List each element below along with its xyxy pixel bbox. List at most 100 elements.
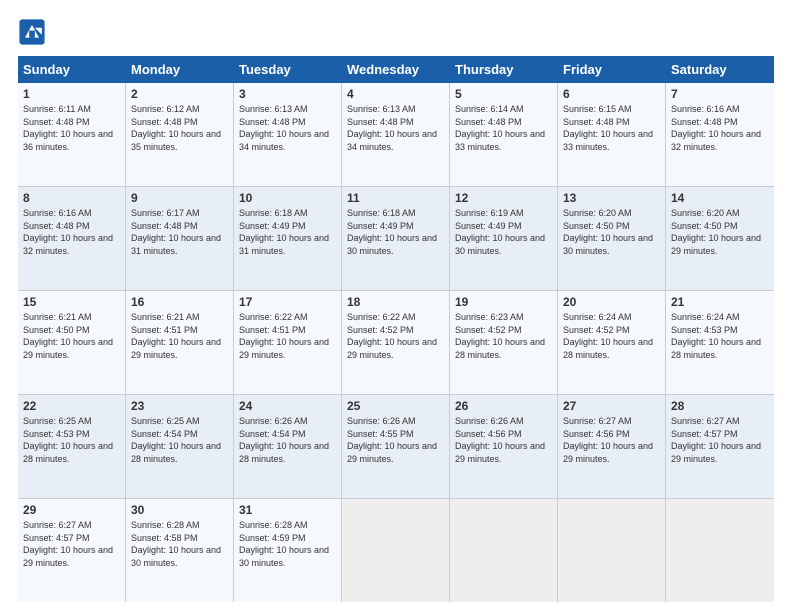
day-detail: Sunrise: 6:28 AMSunset: 4:59 PMDaylight:… [239, 519, 336, 569]
header [18, 18, 774, 46]
day-number: 15 [23, 295, 120, 309]
day-cell-27: 27 Sunrise: 6:27 AMSunset: 4:56 PMDayligh… [558, 395, 666, 498]
day-cell-14: 14 Sunrise: 6:20 AMSunset: 4:50 PMDayligh… [666, 187, 774, 290]
empty-cell [342, 499, 450, 602]
calendar: SundayMondayTuesdayWednesdayThursdayFrid… [18, 56, 774, 602]
day-detail: Sunrise: 6:13 AMSunset: 4:48 PMDaylight:… [347, 103, 444, 153]
calendar-body: 1Sunrise: 6:11 AMSunset: 4:48 PMDaylight… [18, 83, 774, 602]
day-cell-23: 23Sunrise: 6:25 AMSunset: 4:54 PMDayligh… [126, 395, 234, 498]
day-number: 21 [671, 295, 769, 309]
day-detail: Sunrise: 6:14 AMSunset: 4:48 PMDaylight:… [455, 103, 552, 153]
day-cell-1: 1Sunrise: 6:11 AMSunset: 4:48 PMDaylight… [18, 83, 126, 186]
header-day-sunday: Sunday [18, 56, 126, 83]
day-number: 16 [131, 295, 228, 309]
day-detail: Sunrise: 6:20 AMSunset: 4:50 PMDaylight:… [563, 207, 660, 257]
logo [18, 18, 50, 46]
day-cell-15: 15 Sunrise: 6:21 AMSunset: 4:50 PMDayligh… [18, 291, 126, 394]
day-number: 14 [671, 191, 769, 205]
day-cell-5: 5 Sunrise: 6:14 AMSunset: 4:48 PMDaylight… [450, 83, 558, 186]
day-number: 18 [347, 295, 444, 309]
week-row-3: 15 Sunrise: 6:21 AMSunset: 4:50 PMDayligh… [18, 291, 774, 395]
header-day-friday: Friday [558, 56, 666, 83]
day-cell-22: 22 Sunrise: 6:25 AMSunset: 4:53 PMDayligh… [18, 395, 126, 498]
day-cell-19: 19Sunrise: 6:23 AMSunset: 4:52 PMDayligh… [450, 291, 558, 394]
day-cell-4: 4Sunrise: 6:13 AMSunset: 4:48 PMDaylight… [342, 83, 450, 186]
day-number: 7 [671, 87, 769, 101]
day-number: 12 [455, 191, 552, 205]
day-number: 29 [23, 503, 120, 517]
day-cell-30: 30 Sunrise: 6:28 AMSunset: 4:58 PMDayligh… [126, 499, 234, 602]
day-detail: Sunrise: 6:17 AMSunset: 4:48 PMDaylight:… [131, 207, 228, 257]
day-detail: Sunrise: 6:23 AMSunset: 4:52 PMDaylight:… [455, 311, 552, 361]
day-detail: Sunrise: 6:11 AMSunset: 4:48 PMDaylight:… [23, 103, 120, 153]
day-cell-25: 25Sunrise: 6:26 AMSunset: 4:55 PMDayligh… [342, 395, 450, 498]
day-cell-13: 13 Sunrise: 6:20 AMSunset: 4:50 PMDayligh… [558, 187, 666, 290]
day-number: 30 [131, 503, 228, 517]
day-number: 31 [239, 503, 336, 517]
day-number: 13 [563, 191, 660, 205]
day-cell-8: 8 Sunrise: 6:16 AMSunset: 4:48 PMDaylight… [18, 187, 126, 290]
day-number: 24 [239, 399, 336, 413]
day-detail: Sunrise: 6:27 AMSunset: 4:57 PMDaylight:… [671, 415, 769, 465]
page: SundayMondayTuesdayWednesdayThursdayFrid… [0, 0, 792, 612]
header-day-thursday: Thursday [450, 56, 558, 83]
header-day-wednesday: Wednesday [342, 56, 450, 83]
day-detail: Sunrise: 6:12 AMSunset: 4:48 PMDaylight:… [131, 103, 228, 153]
day-detail: Sunrise: 6:15 AMSunset: 4:48 PMDaylight:… [563, 103, 660, 153]
day-number: 3 [239, 87, 336, 101]
empty-cell [450, 499, 558, 602]
day-number: 8 [23, 191, 120, 205]
day-number: 26 [455, 399, 552, 413]
week-row-1: 1Sunrise: 6:11 AMSunset: 4:48 PMDaylight… [18, 83, 774, 187]
day-detail: Sunrise: 6:21 AMSunset: 4:51 PMDaylight:… [131, 311, 228, 361]
day-number: 22 [23, 399, 120, 413]
day-number: 6 [563, 87, 660, 101]
day-number: 28 [671, 399, 769, 413]
header-day-monday: Monday [126, 56, 234, 83]
day-number: 2 [131, 87, 228, 101]
day-number: 5 [455, 87, 552, 101]
day-cell-3: 3 Sunrise: 6:13 AMSunset: 4:48 PMDaylight… [234, 83, 342, 186]
day-cell-26: 26 Sunrise: 6:26 AMSunset: 4:56 PMDayligh… [450, 395, 558, 498]
day-detail: Sunrise: 6:18 AMSunset: 4:49 PMDaylight:… [239, 207, 336, 257]
empty-cell [558, 499, 666, 602]
day-detail: Sunrise: 6:26 AMSunset: 4:55 PMDaylight:… [347, 415, 444, 465]
day-cell-9: 9 Sunrise: 6:17 AMSunset: 4:48 PMDaylight… [126, 187, 234, 290]
day-cell-6: 6 Sunrise: 6:15 AMSunset: 4:48 PMDaylight… [558, 83, 666, 186]
day-detail: Sunrise: 6:25 AMSunset: 4:53 PMDaylight:… [23, 415, 120, 465]
calendar-header: SundayMondayTuesdayWednesdayThursdayFrid… [18, 56, 774, 83]
day-cell-11: 11Sunrise: 6:18 AMSunset: 4:49 PMDayligh… [342, 187, 450, 290]
day-number: 27 [563, 399, 660, 413]
day-cell-12: 12 Sunrise: 6:19 AMSunset: 4:49 PMDayligh… [450, 187, 558, 290]
day-detail: Sunrise: 6:16 AMSunset: 4:48 PMDaylight:… [671, 103, 769, 153]
day-cell-7: 7 Sunrise: 6:16 AMSunset: 4:48 PMDaylight… [666, 83, 774, 186]
header-day-tuesday: Tuesday [234, 56, 342, 83]
day-cell-21: 21 Sunrise: 6:24 AMSunset: 4:53 PMDayligh… [666, 291, 774, 394]
day-detail: Sunrise: 6:24 AMSunset: 4:52 PMDaylight:… [563, 311, 660, 361]
day-detail: Sunrise: 6:22 AMSunset: 4:52 PMDaylight:… [347, 311, 444, 361]
empty-cell [666, 499, 774, 602]
day-detail: Sunrise: 6:13 AMSunset: 4:48 PMDaylight:… [239, 103, 336, 153]
day-cell-28: 28 Sunrise: 6:27 AMSunset: 4:57 PMDayligh… [666, 395, 774, 498]
week-row-5: 29Sunrise: 6:27 AMSunset: 4:57 PMDayligh… [18, 499, 774, 602]
day-detail: Sunrise: 6:26 AMSunset: 4:56 PMDaylight:… [455, 415, 552, 465]
day-cell-24: 24Sunrise: 6:26 AMSunset: 4:54 PMDayligh… [234, 395, 342, 498]
day-detail: Sunrise: 6:24 AMSunset: 4:53 PMDaylight:… [671, 311, 769, 361]
day-detail: Sunrise: 6:27 AMSunset: 4:56 PMDaylight:… [563, 415, 660, 465]
day-detail: Sunrise: 6:25 AMSunset: 4:54 PMDaylight:… [131, 415, 228, 465]
logo-icon [18, 18, 46, 46]
day-cell-17: 17Sunrise: 6:22 AMSunset: 4:51 PMDayligh… [234, 291, 342, 394]
day-cell-16: 16 Sunrise: 6:21 AMSunset: 4:51 PMDayligh… [126, 291, 234, 394]
day-detail: Sunrise: 6:28 AMSunset: 4:58 PMDaylight:… [131, 519, 228, 569]
day-detail: Sunrise: 6:21 AMSunset: 4:50 PMDaylight:… [23, 311, 120, 361]
day-number: 20 [563, 295, 660, 309]
day-cell-10: 10 Sunrise: 6:18 AMSunset: 4:49 PMDayligh… [234, 187, 342, 290]
day-number: 9 [131, 191, 228, 205]
day-cell-29: 29Sunrise: 6:27 AMSunset: 4:57 PMDayligh… [18, 499, 126, 602]
day-number: 10 [239, 191, 336, 205]
day-detail: Sunrise: 6:19 AMSunset: 4:49 PMDaylight:… [455, 207, 552, 257]
day-detail: Sunrise: 6:20 AMSunset: 4:50 PMDaylight:… [671, 207, 769, 257]
day-cell-2: 2 Sunrise: 6:12 AMSunset: 4:48 PMDaylight… [126, 83, 234, 186]
day-detail: Sunrise: 6:16 AMSunset: 4:48 PMDaylight:… [23, 207, 120, 257]
header-day-saturday: Saturday [666, 56, 774, 83]
